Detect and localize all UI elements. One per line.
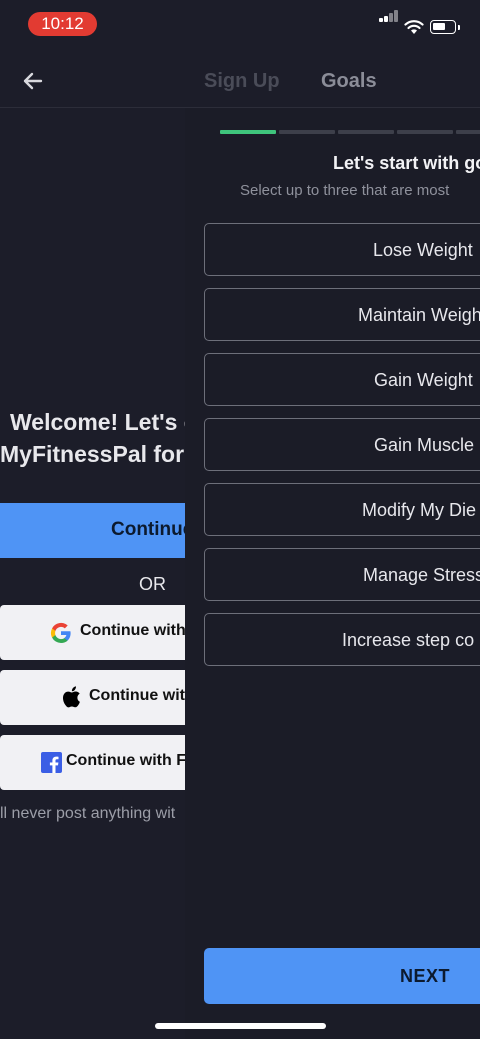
next-button-label: NEXT: [400, 966, 451, 986]
continue-with-apple-button[interactable]: Continue wit: [0, 670, 185, 725]
goal-option-label: Increase step co: [342, 630, 475, 650]
welcome-heading: Welcome! Let's c MyFitnessPal for: [0, 406, 185, 470]
status-time: 10:12: [28, 12, 97, 36]
goal-option-label: Modify My Die: [362, 500, 477, 520]
battery-icon: [430, 20, 456, 34]
goal-option-label: Gain Muscle: [374, 435, 475, 455]
tab-goals[interactable]: Goals: [321, 70, 377, 93]
goal-option-label: Maintain Weigh: [358, 305, 480, 325]
goal-option-label: Lose Weight: [373, 240, 473, 260]
facebook-icon: [41, 752, 62, 773]
goal-option-lose-weight[interactable]: Lose Weight: [204, 223, 480, 276]
progress-segment: [456, 130, 480, 134]
apple-button-label: Continue wit: [89, 687, 185, 704]
goals-subtitle: Select up to three that are most: [240, 182, 450, 199]
wifi-icon: [404, 20, 424, 34]
goal-option-modify-my-diet[interactable]: Modify My Die: [204, 483, 480, 536]
goal-option-manage-stress[interactable]: Manage Stress: [204, 548, 480, 601]
continue-button[interactable]: Continue: [0, 503, 185, 558]
goal-option-gain-weight[interactable]: Gain Weight: [204, 353, 480, 406]
apple-icon: [62, 686, 80, 708]
goals-title: Let's start with go: [333, 153, 480, 173]
continue-button-label: Continue: [111, 519, 185, 540]
next-button[interactable]: NEXT: [204, 948, 480, 1004]
or-divider: OR: [139, 574, 166, 594]
navigation-header: Sign Up Goals: [0, 50, 480, 108]
tab-sign-up[interactable]: Sign Up: [204, 70, 280, 93]
back-arrow-icon[interactable]: [18, 66, 48, 96]
battery-tip: [458, 25, 460, 30]
google-button-label: Continue with: [80, 622, 185, 639]
goal-option-increase-step-count[interactable]: Increase step co: [204, 613, 480, 666]
google-icon: [50, 622, 71, 643]
sign-up-screen: Welcome! Let's c MyFitnessPal for Contin…: [0, 108, 185, 1039]
continue-with-facebook-button[interactable]: Continue with F: [0, 735, 185, 790]
progress-segment: [338, 130, 394, 134]
goal-option-gain-muscle[interactable]: Gain Muscle: [204, 418, 480, 471]
status-bar: 10:12: [0, 0, 480, 50]
goal-option-maintain-weight[interactable]: Maintain Weigh: [204, 288, 480, 341]
welcome-line-2: MyFitnessPal for: [0, 441, 185, 467]
facebook-button-label: Continue with F: [66, 752, 185, 769]
continue-with-google-button[interactable]: Continue with: [0, 605, 185, 660]
goal-option-label: Gain Weight: [374, 370, 473, 390]
privacy-disclaimer: ll never post anything wit: [0, 805, 176, 822]
goals-screen: Let's start with go Select up to three t…: [185, 108, 480, 1039]
welcome-line-1: Welcome! Let's c: [10, 409, 185, 435]
home-indicator: [155, 1023, 326, 1029]
progress-segment: [279, 130, 335, 134]
progress-segment: [220, 130, 276, 134]
goal-option-label: Manage Stress: [363, 565, 480, 585]
progress-segment: [397, 130, 453, 134]
